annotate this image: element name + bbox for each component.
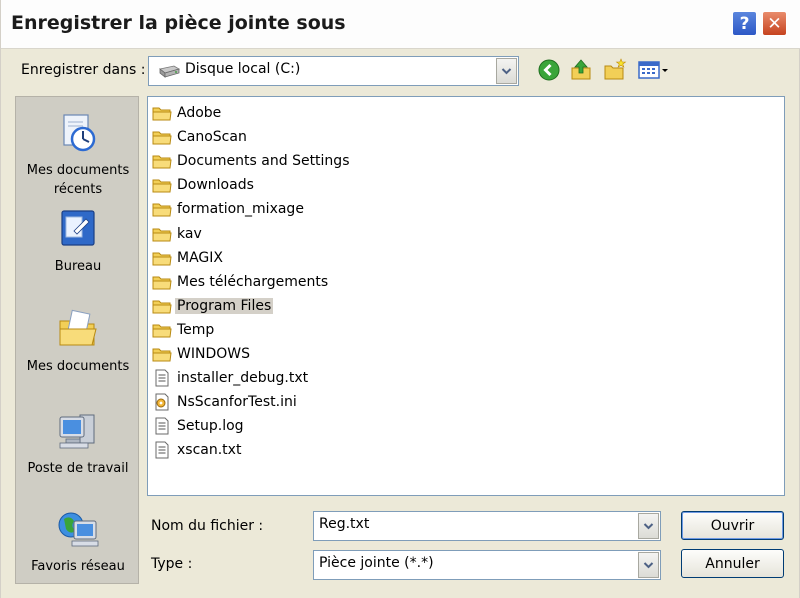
save-in-label: Enregistrer dans : [21, 62, 146, 78]
up-folder-icon[interactable] [569, 58, 593, 82]
filetype-dropdown-button[interactable] [638, 552, 659, 578]
folder-icon [152, 179, 172, 193]
folder-item[interactable]: Program Files [152, 295, 274, 317]
item-name: Documents and Settings [177, 153, 350, 170]
item-name: Mes téléchargements [177, 273, 329, 290]
item-name: Downloads [177, 177, 254, 194]
filename-input[interactable]: Reg.txt [319, 516, 369, 532]
item-name: kav [177, 225, 202, 242]
help-button[interactable]: ? [732, 11, 757, 36]
file-item[interactable]: installer_debug.txt [152, 367, 310, 389]
save-attachment-dialog: Enregistrer la pièce jointe sous ? ✕ Enr… [0, 0, 800, 598]
place-my-documents[interactable]: Mes documents [16, 307, 140, 376]
folder-item[interactable]: Mes téléchargements [152, 271, 330, 293]
item-name: xscan.txt [177, 442, 242, 459]
item-name: MAGIX [177, 249, 223, 266]
file-item[interactable]: Setup.log [152, 415, 246, 437]
folder-item[interactable]: kav [152, 223, 204, 245]
open-button[interactable]: Ouvrir [681, 511, 784, 540]
filetype-value: Pièce jointe (*.*) [319, 555, 434, 571]
folder-icon [152, 252, 172, 266]
folder-item[interactable]: Adobe [152, 102, 223, 124]
text-file-icon [155, 441, 169, 459]
filename-dropdown-button[interactable] [638, 513, 659, 539]
save-in-combobox[interactable]: Disque local (C:) [148, 56, 519, 86]
folder-icon [152, 155, 172, 169]
file-item[interactable]: NsScanforTest.ini [152, 391, 299, 413]
desktop-icon [61, 210, 95, 246]
dialog-title: Enregistrer la pièce jointe sous [11, 12, 346, 34]
place-label: Poste de travail [27, 461, 129, 476]
place-label: Favoris réseau [31, 559, 125, 574]
local-disk-icon [159, 65, 180, 78]
place-desktop[interactable]: Bureau [16, 207, 140, 276]
filetype-combobox[interactable]: Pièce jointe (*.*) [313, 550, 661, 580]
save-in-value: Disque local (C:) [185, 61, 301, 77]
text-file-icon [155, 417, 169, 435]
folder-icon [152, 276, 172, 290]
folder-icon [152, 203, 172, 217]
chevron-down-icon [501, 68, 512, 75]
title-bar: Enregistrer la pièce jointe sous ? ✕ [1, 0, 800, 49]
folder-item[interactable]: CanoScan [152, 126, 249, 148]
item-name: Program Files [175, 297, 274, 314]
item-name: NsScanforTest.ini [177, 394, 297, 411]
place-my-computer[interactable]: Poste de travail [16, 409, 140, 478]
folder-item[interactable]: WINDOWS [152, 343, 252, 365]
my-documents-icon [59, 309, 97, 346]
my-computer-icon [59, 414, 95, 449]
close-button[interactable]: ✕ [762, 11, 787, 36]
item-name: installer_debug.txt [177, 370, 309, 387]
folder-icon [152, 300, 172, 314]
network-places-icon [58, 512, 99, 547]
cancel-button[interactable]: Annuler [681, 549, 784, 578]
place-recent-documents[interactable]: Mes documents récents [16, 111, 140, 199]
item-name: Adobe [177, 105, 222, 121]
file-list[interactable]: Adobe CanoScan Documents and Settings Downl… [147, 96, 785, 496]
save-in-dropdown-button[interactable] [496, 58, 517, 84]
back-icon[interactable] [537, 58, 561, 82]
item-name: CanoScan [177, 129, 247, 146]
folder-icon [152, 107, 172, 121]
item-name: formation_mixage [177, 201, 304, 218]
file-item[interactable]: xscan.txt [152, 439, 243, 461]
folder-item[interactable]: MAGIX [152, 247, 225, 269]
recent-documents-icon [63, 114, 96, 152]
filename-label: Nom du fichier : [151, 518, 264, 534]
folder-item[interactable]: Documents and Settings [152, 150, 351, 172]
item-name: Temp [177, 321, 215, 338]
chevron-down-icon [643, 523, 654, 530]
folder-icon [152, 228, 172, 241]
new-folder-icon[interactable] [603, 58, 627, 82]
chevron-down-icon [643, 562, 654, 569]
place-label: Bureau [54, 259, 102, 274]
places-bar: Mes documents récents Bureau Mes documen… [15, 96, 139, 584]
folder-item[interactable]: Temp [152, 319, 216, 341]
item-name: WINDOWS [177, 346, 250, 362]
folder-icon [152, 348, 172, 362]
place-label: Mes documents récents [26, 163, 130, 197]
folder-icon [152, 324, 172, 338]
filename-combobox[interactable]: Reg.txt [313, 511, 661, 541]
view-menu-icon[interactable] [637, 58, 669, 82]
folder-item[interactable]: Downloads [152, 174, 256, 196]
folder-icon [152, 131, 172, 145]
place-network[interactable]: Favoris réseau [16, 507, 140, 576]
place-label: Mes documents [26, 359, 130, 374]
text-file-icon [155, 369, 169, 387]
settings-file-icon [155, 393, 169, 411]
filetype-label: Type : [151, 556, 193, 572]
item-name: Setup.log [177, 418, 244, 435]
folder-item[interactable]: formation_mixage [152, 198, 306, 220]
